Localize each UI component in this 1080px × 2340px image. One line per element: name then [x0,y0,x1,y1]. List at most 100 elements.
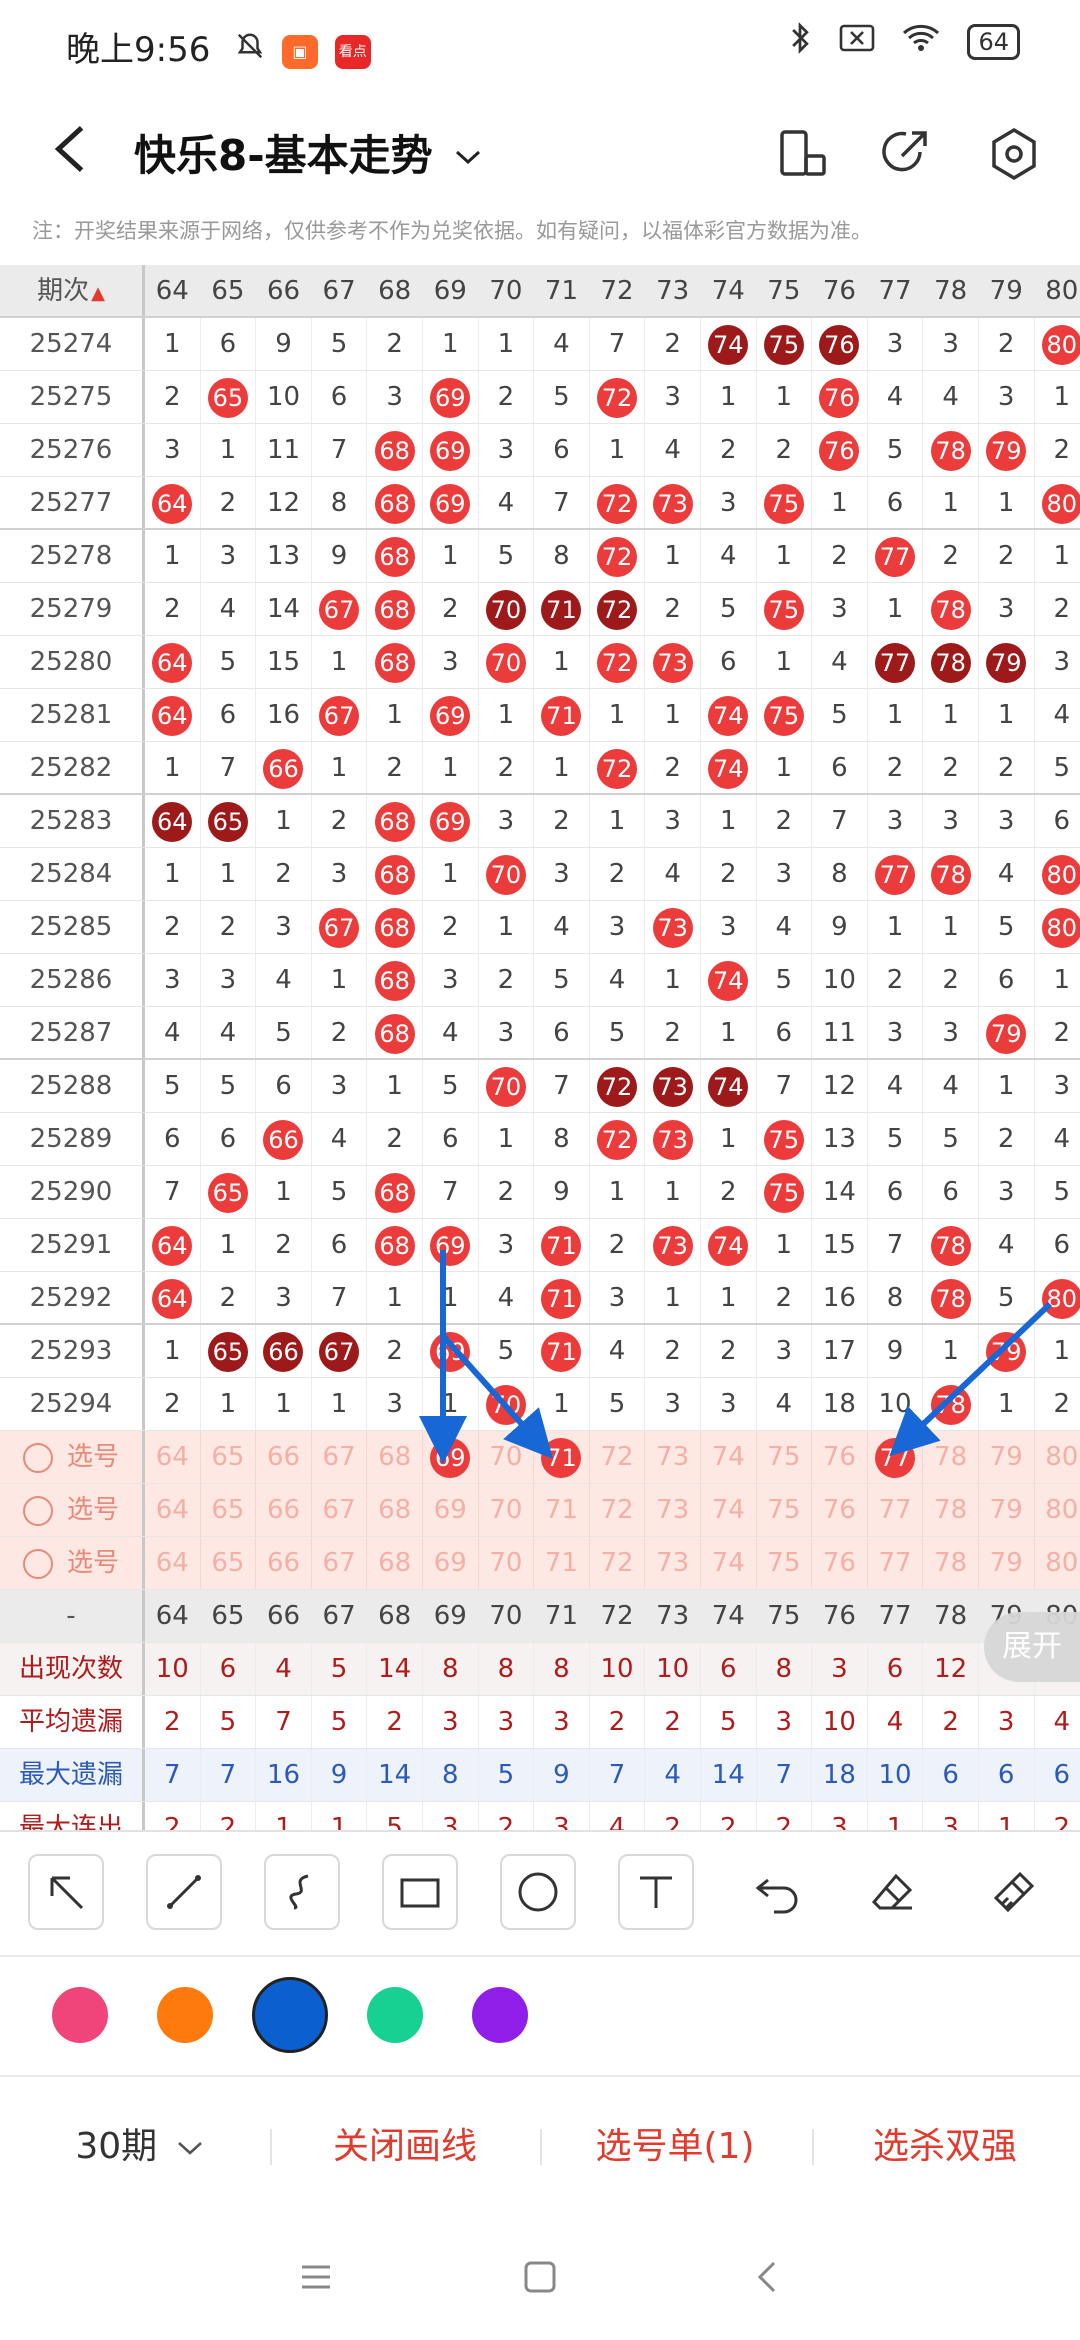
pick-cell-76[interactable]: 76 [812,1431,868,1483]
pick-cell-71[interactable]: 71 [534,1431,590,1483]
pick-cell-77[interactable]: 77 [868,1537,924,1589]
pick-cell-72[interactable]: 72 [590,1431,646,1483]
arrow-tool-button[interactable] [28,1854,104,1930]
pick-cell-78[interactable]: 78 [923,1431,979,1483]
pick-cell-80[interactable]: 80 [1035,1484,1080,1536]
pick-cell-79[interactable]: 79 [979,1431,1035,1483]
back-nav-button[interactable] [744,2255,792,2303]
pick-cell-73[interactable]: 73 [645,1484,701,1536]
radio-circle-icon[interactable] [22,1548,53,1579]
period-cell: 25278 [0,530,145,582]
number-ball: 73 [652,483,693,524]
pick-cell-68[interactable]: 68 [367,1431,423,1483]
pick-cell-80[interactable]: 80 [1035,1431,1080,1483]
undo-button[interactable] [740,1854,816,1930]
cell: 66 [256,742,312,793]
pick-cell-65[interactable]: 65 [201,1484,257,1536]
line-tool-button[interactable] [146,1854,222,1930]
pick-cell-73[interactable]: 73 [645,1431,701,1483]
pick-cell-76[interactable]: 76 [812,1484,868,1536]
pick-cell-64[interactable]: 64 [145,1537,201,1589]
cell: 1 [979,1378,1035,1430]
kill-strong-button[interactable]: 选杀双强 [840,2077,1050,2217]
pick-cell-71[interactable]: 71 [534,1537,590,1589]
curve-tool-button[interactable] [264,1854,340,1930]
pick-row-toggle[interactable]: 选号 [0,1537,145,1589]
pick-cell-72[interactable]: 72 [590,1537,646,1589]
col-header-65: 65 [201,1590,257,1642]
pick-cell-65[interactable]: 65 [201,1431,257,1483]
cell: 4 [645,424,701,476]
pick-cell-70[interactable]: 70 [479,1431,535,1483]
expand-button[interactable]: 展开 [984,1612,1080,1682]
pick-cell-67[interactable]: 67 [312,1484,368,1536]
pick-cell-76[interactable]: 76 [812,1537,868,1589]
number-ball: 68 [374,1225,415,1266]
pick-row-toggle[interactable]: 选号 [0,1484,145,1536]
settings-button[interactable] [982,122,1046,186]
share-button[interactable] [872,122,936,186]
home-nav-button[interactable] [516,2255,564,2303]
pick-row-toggle[interactable]: 选号 [0,1431,145,1483]
pick-cell-66[interactable]: 66 [256,1537,312,1589]
pick-cell-68[interactable]: 68 [367,1484,423,1536]
circle-tool-button[interactable] [500,1854,576,1930]
pick-cell-79[interactable]: 79 [979,1537,1035,1589]
close-lines-button[interactable]: 关闭画线 [300,2077,510,2217]
radio-circle-icon[interactable] [22,1495,53,1526]
pick-cell-67[interactable]: 67 [312,1537,368,1589]
pick-cell-69[interactable]: 69 [423,1431,479,1483]
sort-arrows-icon: ▲ [91,283,105,304]
rectangle-tool-button[interactable] [382,1854,458,1930]
pick-cell-66[interactable]: 66 [256,1484,312,1536]
pick-cell-74[interactable]: 74 [701,1431,757,1483]
pick-cell-71[interactable]: 71 [534,1484,590,1536]
title-dropdown[interactable]: 快乐8-基本走势 [134,116,483,196]
pick-cell-65[interactable]: 65 [201,1537,257,1589]
pick-cell-75[interactable]: 75 [757,1537,813,1589]
pick-list-button[interactable]: 选号单(1) [570,2077,780,2217]
cell: 16 [256,689,312,741]
color-swatch[interactable] [367,1987,423,2043]
pick-cell-69[interactable]: 69 [423,1537,479,1589]
eraser-button[interactable] [856,1854,932,1930]
clear-brush-button[interactable] [976,1854,1052,1930]
pick-cell-74[interactable]: 74 [701,1484,757,1536]
pick-cell-66[interactable]: 66 [256,1431,312,1483]
pick-cell-77[interactable]: 77 [868,1484,924,1536]
app-root: 晚上9:56 ▣ 看点 64 快乐8-基本走势 注：开奖结果来源于网络，仅供参考… [0,0,1080,2340]
cell: 2 [979,742,1035,793]
pick-cell-70[interactable]: 70 [479,1484,535,1536]
pick-cell-74[interactable]: 74 [701,1537,757,1589]
pick-cell-64[interactable]: 64 [145,1431,201,1483]
pick-cell-79[interactable]: 79 [979,1484,1035,1536]
radio-circle-icon[interactable] [22,1442,53,1473]
text-tool-button[interactable] [618,1854,694,1930]
stats-cell: 6 [979,1749,1035,1801]
number-ball: 80 [1041,1278,1080,1319]
color-swatch[interactable] [52,1987,108,2043]
period-select[interactable]: 30期 [40,2077,240,2217]
period-sort-header[interactable]: 期次 ▲ [0,265,145,316]
number-ball: 79 [986,1331,1027,1372]
pick-cell-77[interactable]: 77 [868,1431,924,1483]
pick-cell-78[interactable]: 78 [923,1484,979,1536]
menu-nav-button[interactable] [292,2255,340,2303]
pick-cell-70[interactable]: 70 [479,1537,535,1589]
cell: 74 [701,742,757,793]
color-swatch[interactable] [157,1987,213,2043]
pick-cell-64[interactable]: 64 [145,1484,201,1536]
back-button[interactable] [40,116,100,196]
pick-cell-73[interactable]: 73 [645,1537,701,1589]
pick-cell-68[interactable]: 68 [367,1537,423,1589]
pick-cell-72[interactable]: 72 [590,1484,646,1536]
color-swatch-selected[interactable] [252,1977,328,2053]
pick-cell-75[interactable]: 75 [757,1484,813,1536]
pick-cell-67[interactable]: 67 [312,1431,368,1483]
rotate-screen-button[interactable] [770,122,834,186]
pick-cell-75[interactable]: 75 [757,1431,813,1483]
color-swatch[interactable] [472,1987,528,2043]
pick-cell-69[interactable]: 69 [423,1484,479,1536]
pick-cell-80[interactable]: 80 [1035,1537,1080,1589]
pick-cell-78[interactable]: 78 [923,1537,979,1589]
